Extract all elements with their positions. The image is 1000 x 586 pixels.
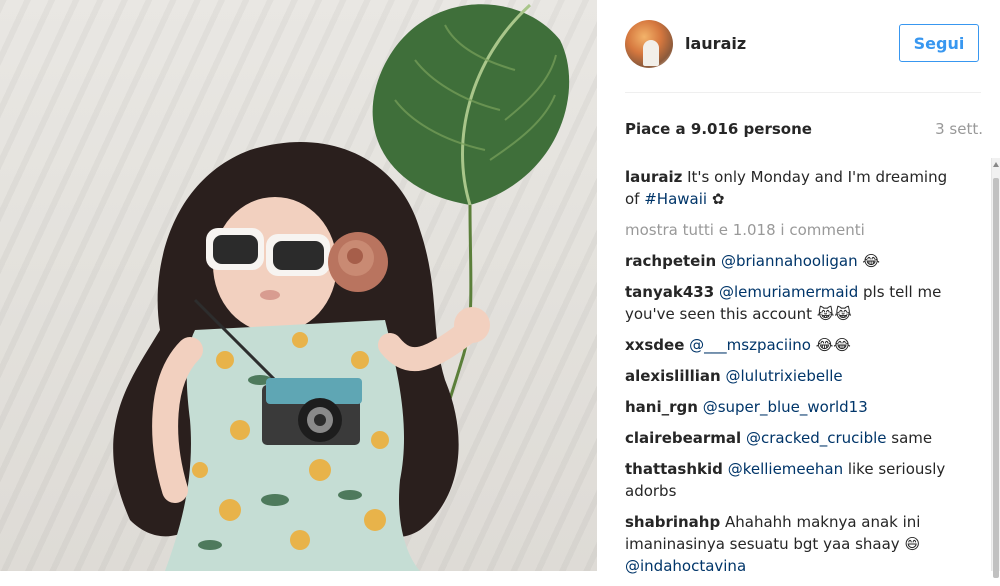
post-time[interactable]: 3 sett.: [935, 120, 983, 138]
username-link[interactable]: lauraiz: [685, 34, 746, 53]
caption-hashtag[interactable]: #Hawaii: [644, 190, 707, 208]
comment-mention[interactable]: @super_blue_world13: [703, 398, 868, 416]
likes-count[interactable]: Piace a 9.016 persone: [625, 120, 812, 138]
leaf: [372, 4, 570, 205]
scrollbar-thumb[interactable]: [993, 178, 999, 578]
comment: hani_rgn @super_blue_world13: [625, 396, 965, 418]
post-photo[interactable]: [0, 0, 597, 571]
comment-username[interactable]: tanyak433: [625, 283, 714, 301]
comment-mention[interactable]: @briannahooligan: [721, 252, 858, 270]
comment: clairebearmal @cracked_crucible same: [625, 427, 965, 449]
post-header: lauraiz Segui: [625, 18, 981, 74]
comment: alexislillian @lulutrixiebelle: [625, 365, 965, 387]
comment-mention[interactable]: @___mszpaciino: [689, 336, 811, 354]
comment: rachpetein @briannahooligan 😂: [625, 250, 965, 272]
comment-text: 😂😂: [810, 336, 851, 354]
comment-mention[interactable]: @kelliemeehan: [728, 460, 843, 478]
load-more-comments[interactable]: mostra tutti e 1.018 i commenti: [625, 219, 965, 241]
comment: thattashkid @kelliemeehan like seriously…: [625, 458, 965, 502]
comments-scrollbar[interactable]: [991, 158, 1000, 578]
comment: xxsdee @___mszpaciino 😂😂: [625, 334, 965, 356]
comments-list: lauraiz It's only Monday and I'm dreamin…: [625, 166, 965, 586]
caption: lauraiz It's only Monday and I'm dreamin…: [625, 166, 965, 210]
comment-mention[interactable]: @indahoctavina: [625, 557, 746, 575]
comment-username[interactable]: hani_rgn: [625, 398, 698, 416]
post-side-panel: lauraiz Segui Piace a 9.016 persone 3 se…: [597, 0, 1000, 578]
avatar[interactable]: [625, 20, 673, 68]
comment-text: 😂: [857, 252, 880, 270]
comment-username[interactable]: thattashkid: [625, 460, 723, 478]
header-divider: [625, 92, 981, 93]
comment-username[interactable]: xxsdee: [625, 336, 684, 354]
flower-emoji: ✿: [711, 190, 725, 208]
comment: shabrinahp Ahahahh maknya anak ini imani…: [625, 511, 965, 577]
caption-username[interactable]: lauraiz: [625, 168, 682, 186]
comment-username[interactable]: alexislillian: [625, 367, 721, 385]
hair-flower: [328, 232, 388, 292]
comment-mention[interactable]: @cracked_crucible: [746, 429, 887, 447]
scroll-up-icon[interactable]: [993, 162, 999, 167]
comment-mention[interactable]: @lemuriamermaid: [719, 283, 858, 301]
comment-username[interactable]: rachpetein: [625, 252, 716, 270]
comment-text: same: [886, 429, 933, 447]
comment-username[interactable]: clairebearmal: [625, 429, 741, 447]
follow-button[interactable]: Segui: [899, 24, 979, 62]
baby-photo-illustration: [113, 3, 570, 571]
comment-username[interactable]: shabrinahp: [625, 513, 720, 531]
comment: tanyak433 @lemuriamermaid pls tell me yo…: [625, 281, 965, 325]
comment-mention[interactable]: @lulutrixiebelle: [725, 367, 842, 385]
